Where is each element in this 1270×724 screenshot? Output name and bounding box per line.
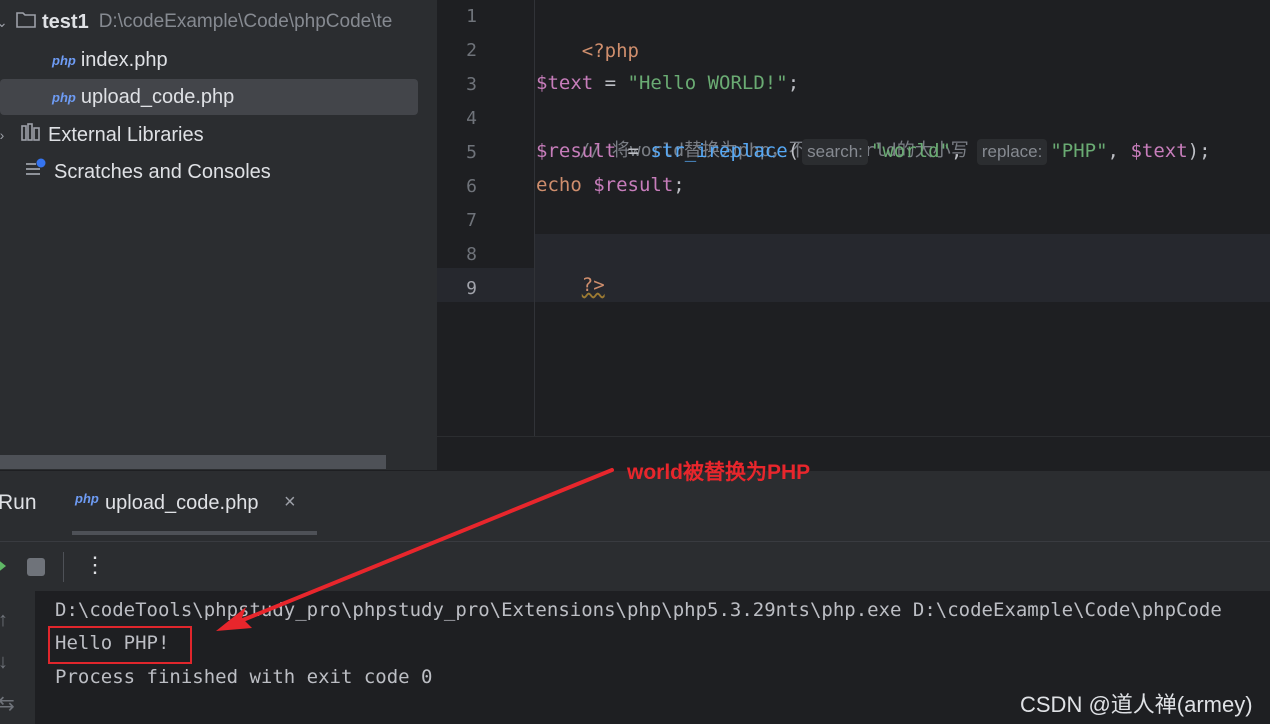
- code-line-1[interactable]: <?php: [536, 0, 639, 62]
- line-number: 6: [466, 176, 477, 197]
- console-line-exit: Process finished with exit code 0: [55, 666, 433, 688]
- line-number: 4: [466, 108, 477, 129]
- arrow-up-icon[interactable]: ↑: [0, 609, 8, 632]
- rerun-icon[interactable]: [0, 556, 8, 582]
- punctuation: ;: [787, 72, 800, 94]
- line-number: 3: [466, 74, 477, 95]
- php-close-tag: ?>: [581, 274, 605, 296]
- tree-file-label: upload_code.php: [80, 85, 235, 108]
- line-number: 5: [466, 142, 477, 163]
- punctuation: (: [787, 140, 800, 162]
- toolbar-divider: [63, 552, 64, 582]
- console-line-command: D:\codeTools\phpstudy_pro\phpstudy_pro\E…: [55, 599, 1222, 621]
- root-folder-name: test1: [42, 10, 89, 33]
- chevron-down-icon[interactable]: ⌄: [0, 14, 8, 31]
- variable: $result: [593, 174, 674, 196]
- library-icon: [20, 122, 42, 148]
- stop-icon[interactable]: [27, 558, 45, 576]
- operator: =: [616, 140, 651, 162]
- punctuation: ,: [950, 140, 974, 162]
- php-file-icon: php: [52, 89, 76, 105]
- php-file-icon: php: [75, 491, 99, 506]
- code-line-3[interactable]: $text = "Hello WORLD!";: [536, 66, 799, 100]
- root-folder-path: D:\codeExample\Code\phpCode\te: [98, 11, 393, 32]
- tree-file-index[interactable]: php index.php: [52, 42, 168, 78]
- editor-bottom-strip: [437, 436, 1270, 470]
- tree-external-libraries[interactable]: › External Libraries: [0, 117, 204, 153]
- punctuation: ,: [1107, 140, 1131, 162]
- line-number: 1: [466, 6, 477, 27]
- variable: $text: [1130, 140, 1188, 162]
- tree-root-test1[interactable]: ⌄ test1 D:\codeExample\Code\phpCode\te: [0, 4, 392, 40]
- chevron-right-icon[interactable]: ›: [0, 127, 6, 143]
- line-number: 2: [466, 40, 477, 61]
- code-line-8[interactable]: ?>: [536, 234, 605, 296]
- code-line-6[interactable]: echo $result;: [536, 168, 685, 202]
- punctuation: ;: [673, 174, 685, 196]
- run-panel: Run php upload_code.php × ⋮ ↑ ↓ ⇆ D:\cod…: [0, 470, 1270, 724]
- param-hint-replace: replace:: [976, 139, 1048, 165]
- line-number: 8: [466, 244, 477, 265]
- annotation-label: world被替换为PHP: [627, 461, 811, 484]
- string-literal: "Hello WORLD!": [627, 72, 788, 94]
- more-options-icon[interactable]: ⋮: [84, 552, 106, 578]
- punctuation: );: [1187, 140, 1211, 162]
- arrow-down-icon[interactable]: ↓: [0, 651, 8, 674]
- string-literal: "world": [870, 140, 951, 162]
- close-icon[interactable]: ×: [284, 491, 296, 514]
- function-name: str_ireplace: [650, 140, 788, 162]
- soft-wrap-icon[interactable]: ⇆: [0, 691, 15, 716]
- run-panel-title: Run: [0, 491, 37, 514]
- code-editor[interactable]: 1 2 3 4 5 6 7 8 9 <?php $text = "Hello W…: [437, 0, 1270, 470]
- horizontal-scrollbar[interactable]: [0, 455, 386, 469]
- external-libraries-label: External Libraries: [48, 123, 204, 146]
- run-tab-label: upload_code.php: [105, 492, 259, 514]
- code-line-5[interactable]: $result = str_ireplace(search: "world", r…: [536, 134, 1211, 168]
- code-line-4[interactable]: // 将world替换为php，不区分world的大小写: [536, 100, 968, 161]
- scratches-icon: [24, 158, 48, 186]
- string-literal: "PHP": [1050, 140, 1108, 162]
- tree-file-upload-code[interactable]: php upload_code.php: [0, 79, 418, 115]
- php-open-tag: <?php: [581, 40, 639, 62]
- folder-icon: [16, 10, 36, 34]
- csdn-watermark: CSDN @道人禅(armey): [1020, 692, 1253, 717]
- keyword: echo: [536, 174, 582, 196]
- scratches-label: Scratches and Consoles: [54, 160, 271, 183]
- active-tab-underline: [72, 531, 317, 535]
- run-tab-upload-code[interactable]: php upload_code.php ×: [72, 477, 317, 535]
- output-highlight-box: [48, 626, 192, 664]
- param-hint-search: search:: [802, 139, 868, 165]
- run-side-toolbar: ↑ ↓ ⇆: [0, 591, 36, 724]
- line-number: 7: [466, 210, 477, 231]
- caret-row-highlight: [534, 234, 1270, 268]
- variable: $result: [536, 140, 617, 162]
- tree-scratches[interactable]: Scratches and Consoles: [24, 154, 271, 190]
- operator: =: [593, 72, 628, 94]
- tree-file-label: index.php: [80, 48, 168, 71]
- project-panel: ⌄ test1 D:\codeExample\Code\phpCode\te p…: [0, 0, 437, 470]
- line-number: 9: [466, 278, 477, 299]
- run-toolbar: ⋮: [0, 541, 1270, 592]
- php-file-icon: php: [52, 52, 76, 68]
- line-gutter: 1 2 3 4 5 6 7 8 9: [437, 0, 535, 436]
- variable: $text: [536, 72, 594, 94]
